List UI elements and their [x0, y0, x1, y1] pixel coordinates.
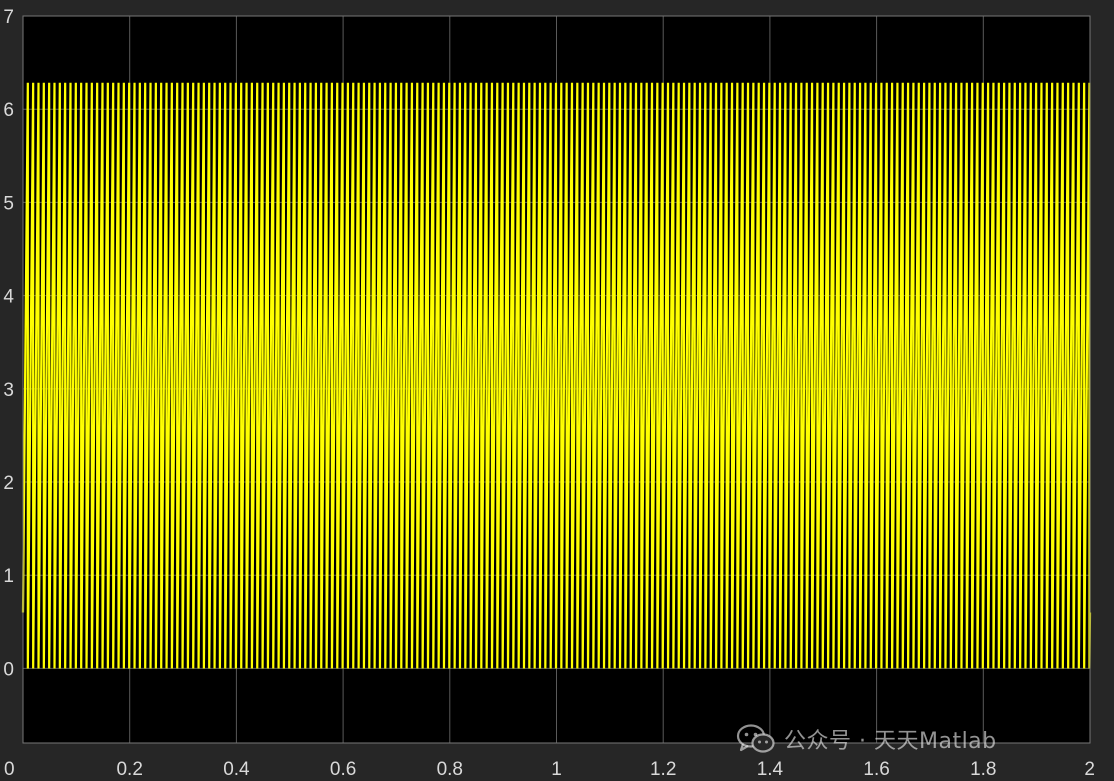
- x-tick-label: 0.6: [330, 759, 356, 780]
- y-tick-label: 3: [3, 380, 14, 401]
- y-tick-label: 1: [3, 566, 14, 587]
- y-tick-label: 5: [3, 193, 14, 214]
- y-tick-label: 2: [3, 473, 14, 494]
- x-tick-label: 1.4: [757, 759, 784, 780]
- x-tick-label: 0.2: [116, 759, 142, 780]
- y-tick-label: 7: [3, 7, 14, 28]
- x-tick-label: 0.8: [437, 759, 463, 780]
- x-tick-label: 2: [1084, 759, 1095, 780]
- y-tick-label: 4: [3, 287, 14, 308]
- x-tick-label: 1: [551, 759, 562, 780]
- signal-sawtooth-line: [21, 82, 1092, 669]
- scope-plot: 0 0.2 0.4 0.6 0.8 1 1.2 1.4 1.6 1.8 2 0 1 2 3 4 5 6 7: [0, 0, 1114, 781]
- x-tick-label: 0: [4, 759, 15, 780]
- y-tick-label: 0: [3, 659, 14, 680]
- x-tick-label: 1.6: [863, 759, 889, 780]
- y-tick-label: 6: [3, 100, 14, 121]
- x-tick-label: 0.4: [223, 759, 250, 780]
- x-tick-label: 1.8: [970, 759, 996, 780]
- x-tick-label: 1.2: [650, 759, 676, 780]
